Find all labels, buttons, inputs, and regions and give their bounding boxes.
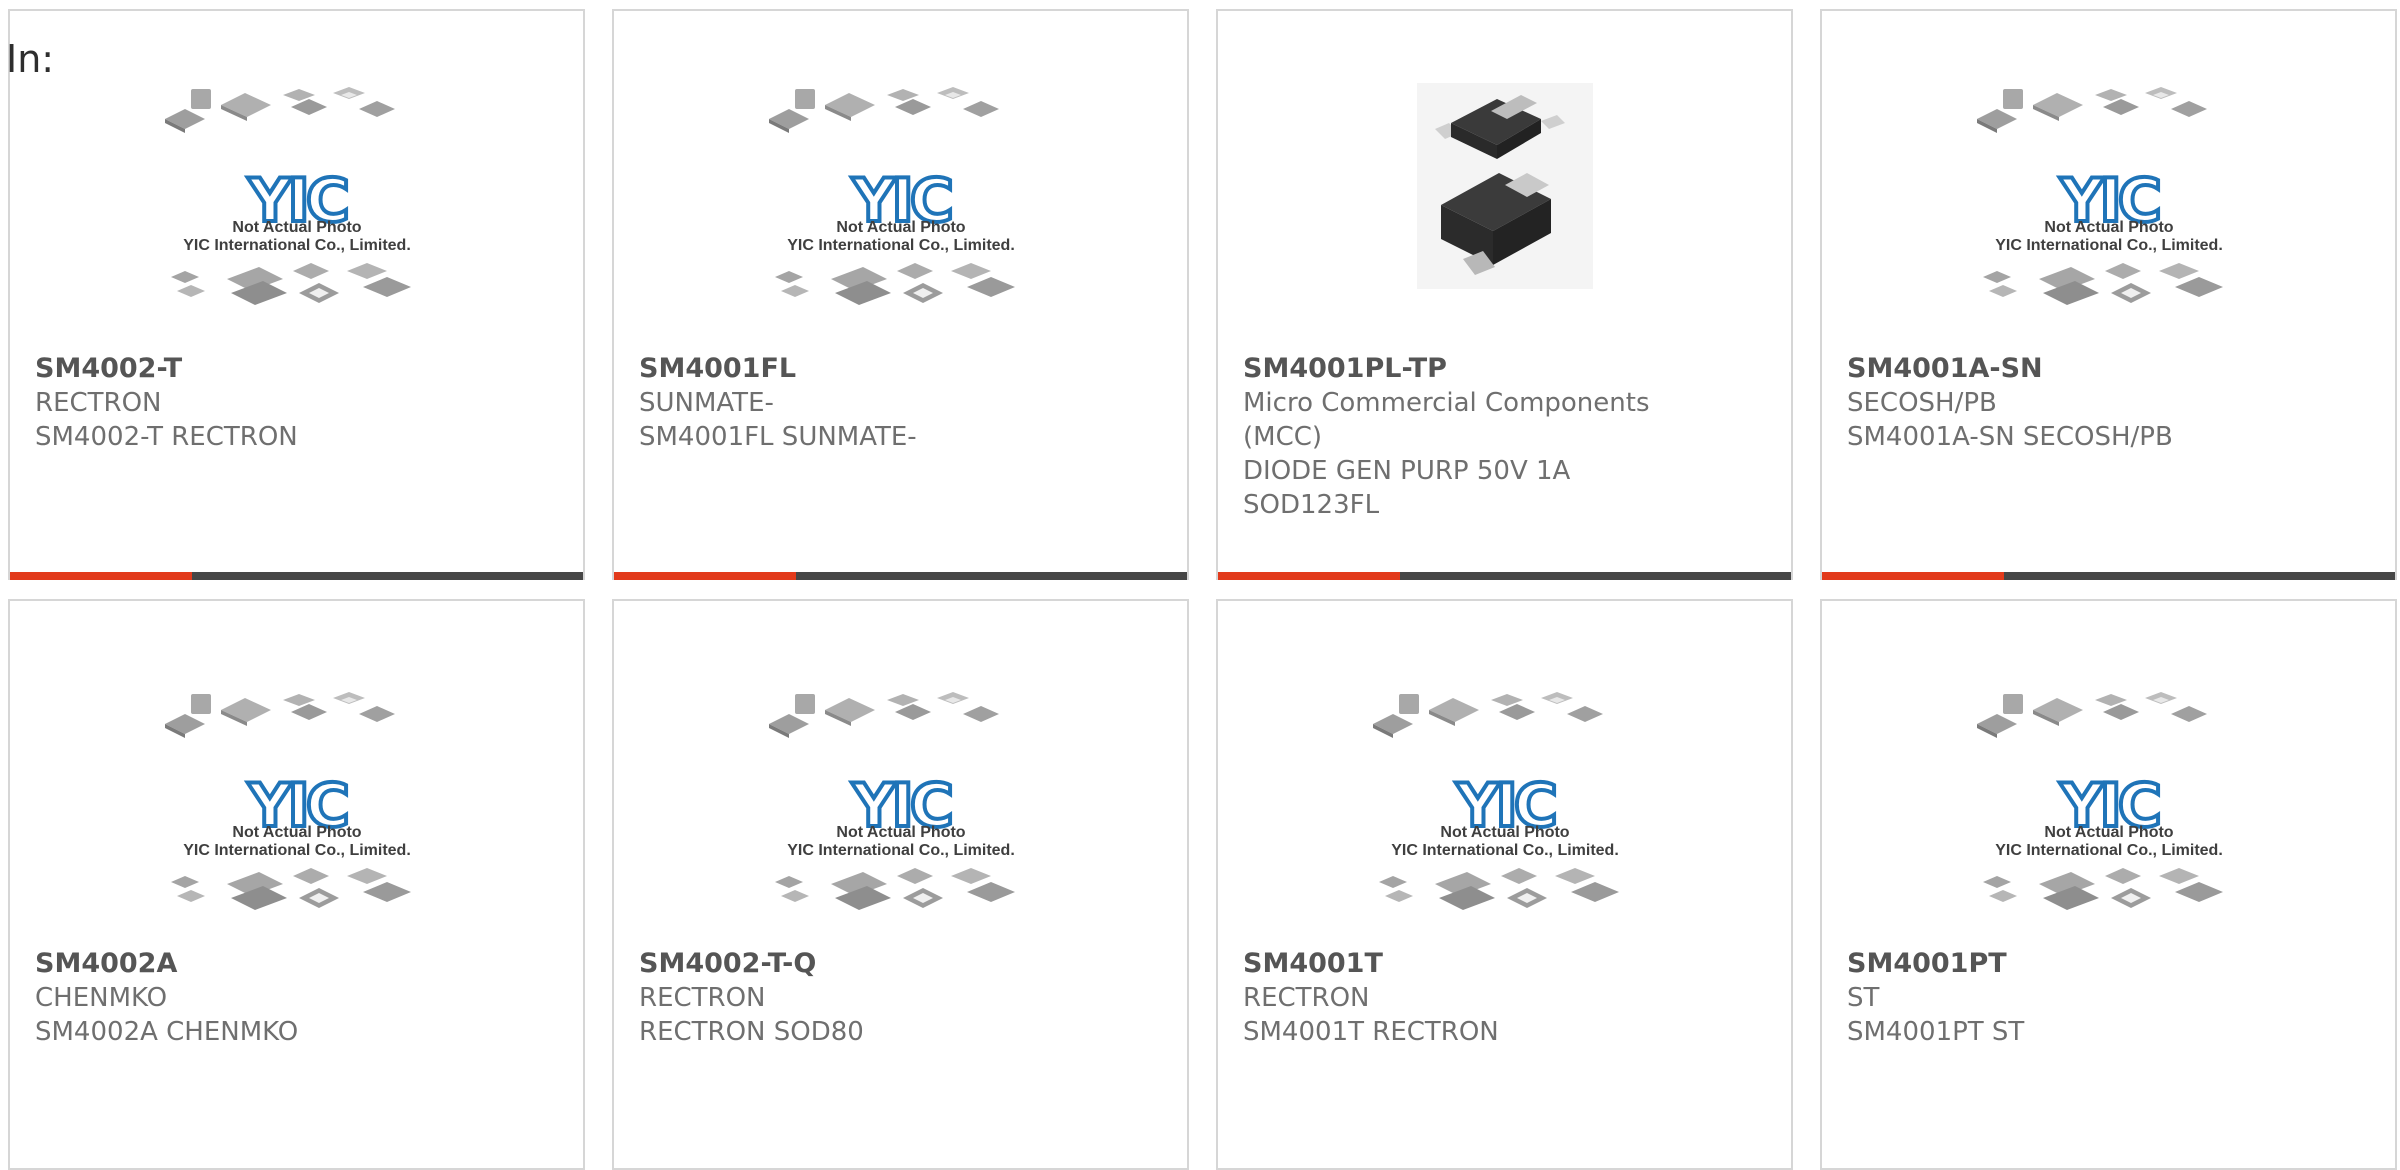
in-label: In:	[6, 37, 55, 81]
not-actual-photo-icon: YIC Not Actual Photo YIC International C…	[164, 87, 411, 305]
part-number[interactable]: SM4002-T	[35, 352, 563, 386]
part-number[interactable]: SM4001A-SN	[1847, 352, 2375, 386]
product-info: SM4001T RECTRON SM4001T RECTRON	[1243, 947, 1771, 1049]
card-bar-accent	[1218, 572, 1400, 580]
manufacturer: RECTRON	[639, 983, 766, 1013]
product-image: YIC Not Actual Photo YIC International C…	[614, 81, 1187, 343]
card-bar-accent	[10, 572, 192, 580]
product-info: SM4001A-SN SECOSH/PB SM4001A-SN SECOSH/P…	[1847, 352, 2375, 454]
placeholder-company: YIC International Co., Limited.	[1391, 842, 1619, 859]
placeholder-caption: Not Actual Photo	[232, 219, 361, 236]
description: SM4001FL SUNMATE-	[639, 422, 917, 452]
manufacturer: SECOSH/PB	[1847, 388, 1997, 418]
product-card[interactable]: YIC Not Actual Photo YIC International C…	[1216, 599, 1793, 1170]
manufacturer: RECTRON	[35, 388, 162, 418]
part-number[interactable]: SM4001PL-TP	[1243, 352, 1771, 386]
product-card[interactable]: YIC Not Actual Photo YIC International C…	[1820, 9, 2397, 580]
placeholder-caption: Not Actual Photo	[836, 824, 965, 841]
product-image: YIC Not Actual Photo YIC International C…	[1218, 686, 1791, 948]
part-number[interactable]: SM4001T	[1243, 947, 1771, 981]
placeholder-company: YIC International Co., Limited.	[787, 237, 1015, 254]
placeholder-company: YIC International Co., Limited.	[1995, 842, 2223, 859]
product-info: SM4001PT ST SM4001PT ST	[1847, 947, 2375, 1049]
package: SOD123FL	[1243, 490, 1380, 520]
description: DIODE GEN PURP 50V 1A	[1243, 456, 1571, 486]
placeholder-company: YIC International Co., Limited.	[1995, 237, 2223, 254]
not-actual-photo-icon: YIC Not Actual Photo YIC International C…	[1372, 692, 1619, 910]
product-image: YIC Not Actual Photo YIC International C…	[10, 81, 583, 343]
product-image: YIC Not Actual Photo YIC International C…	[614, 686, 1187, 948]
sod123fl-diode-photo	[1416, 83, 1593, 289]
part-number[interactable]: SM4002A	[35, 947, 563, 981]
placeholder-caption: Not Actual Photo	[2044, 219, 2173, 236]
part-number[interactable]: SM4002-T-Q	[639, 947, 1167, 981]
description: SM4002-T RECTRON	[35, 422, 298, 452]
product-card[interactable]: YIC Not Actual Photo YIC International C…	[612, 9, 1189, 580]
manufacturer: RECTRON	[1243, 983, 1370, 1013]
product-card[interactable]: YIC Not Actual Photo YIC International C…	[8, 9, 585, 580]
not-actual-photo-icon: YIC Not Actual Photo YIC International C…	[768, 87, 1015, 305]
placeholder-caption: Not Actual Photo	[1440, 824, 1569, 841]
not-actual-photo-icon: YIC Not Actual Photo YIC International C…	[768, 692, 1015, 910]
placeholder-caption: Not Actual Photo	[2044, 824, 2173, 841]
product-info: SM4002-T RECTRON SM4002-T RECTRON	[35, 352, 563, 454]
card-bar-accent	[1822, 572, 2004, 580]
product-card[interactable]: SM4001PL-TP Micro Commercial Components …	[1216, 9, 1793, 580]
placeholder-company: YIC International Co., Limited.	[183, 237, 411, 254]
placeholder-caption: Not Actual Photo	[836, 219, 965, 236]
description: SM4001A-SN SECOSH/PB	[1847, 422, 2173, 452]
card-bottom-bar	[1822, 572, 2395, 580]
product-image: YIC Not Actual Photo YIC International C…	[1822, 81, 2395, 343]
description: SM4002A CHENMKO	[35, 1017, 299, 1047]
product-image	[1218, 81, 1791, 343]
product-info: SM4001FL SUNMATE- SM4001FL SUNMATE-	[639, 352, 1167, 454]
description: SM4001PT ST	[1847, 1017, 2025, 1047]
product-image: YIC Not Actual Photo YIC International C…	[10, 686, 583, 948]
card-bar-accent	[614, 572, 796, 580]
part-number[interactable]: SM4001FL	[639, 352, 1167, 386]
manufacturer: SUNMATE-	[639, 388, 774, 418]
product-card[interactable]: YIC Not Actual Photo YIC International C…	[8, 599, 585, 1170]
product-card[interactable]: YIC Not Actual Photo YIC International C…	[612, 599, 1189, 1170]
card-bottom-bar	[10, 572, 583, 580]
manufacturer: ST	[1847, 983, 1880, 1013]
description: SM4001T RECTRON	[1243, 1017, 1499, 1047]
placeholder-company: YIC International Co., Limited.	[183, 842, 411, 859]
manufacturer-abbrev: (MCC)	[1243, 422, 1323, 452]
card-bottom-bar	[1218, 572, 1791, 580]
part-number[interactable]: SM4001PT	[1847, 947, 2375, 981]
not-actual-photo-icon: YIC Not Actual Photo YIC International C…	[1976, 692, 2223, 910]
placeholder-caption: Not Actual Photo	[232, 824, 361, 841]
placeholder-company: YIC International Co., Limited.	[787, 842, 1015, 859]
not-actual-photo-icon: YIC Not Actual Photo YIC International C…	[1976, 87, 2223, 305]
manufacturer: Micro Commercial Components	[1243, 388, 1650, 418]
not-actual-photo-icon: YIC Not Actual Photo YIC International C…	[164, 692, 411, 910]
product-image: YIC Not Actual Photo YIC International C…	[1822, 686, 2395, 948]
manufacturer: CHENMKO	[35, 983, 168, 1013]
description: RECTRON SOD80	[639, 1017, 864, 1047]
card-bottom-bar	[614, 572, 1187, 580]
product-info: SM4002-T-Q RECTRON RECTRON SOD80	[639, 947, 1167, 1049]
product-grid: YIC Not Actual Photo YIC International C…	[0, 0, 2400, 1170]
product-info: SM4002A CHENMKO SM4002A CHENMKO	[35, 947, 563, 1049]
product-info: SM4001PL-TP Micro Commercial Components …	[1243, 352, 1771, 522]
product-card[interactable]: YIC Not Actual Photo YIC International C…	[1820, 599, 2397, 1170]
